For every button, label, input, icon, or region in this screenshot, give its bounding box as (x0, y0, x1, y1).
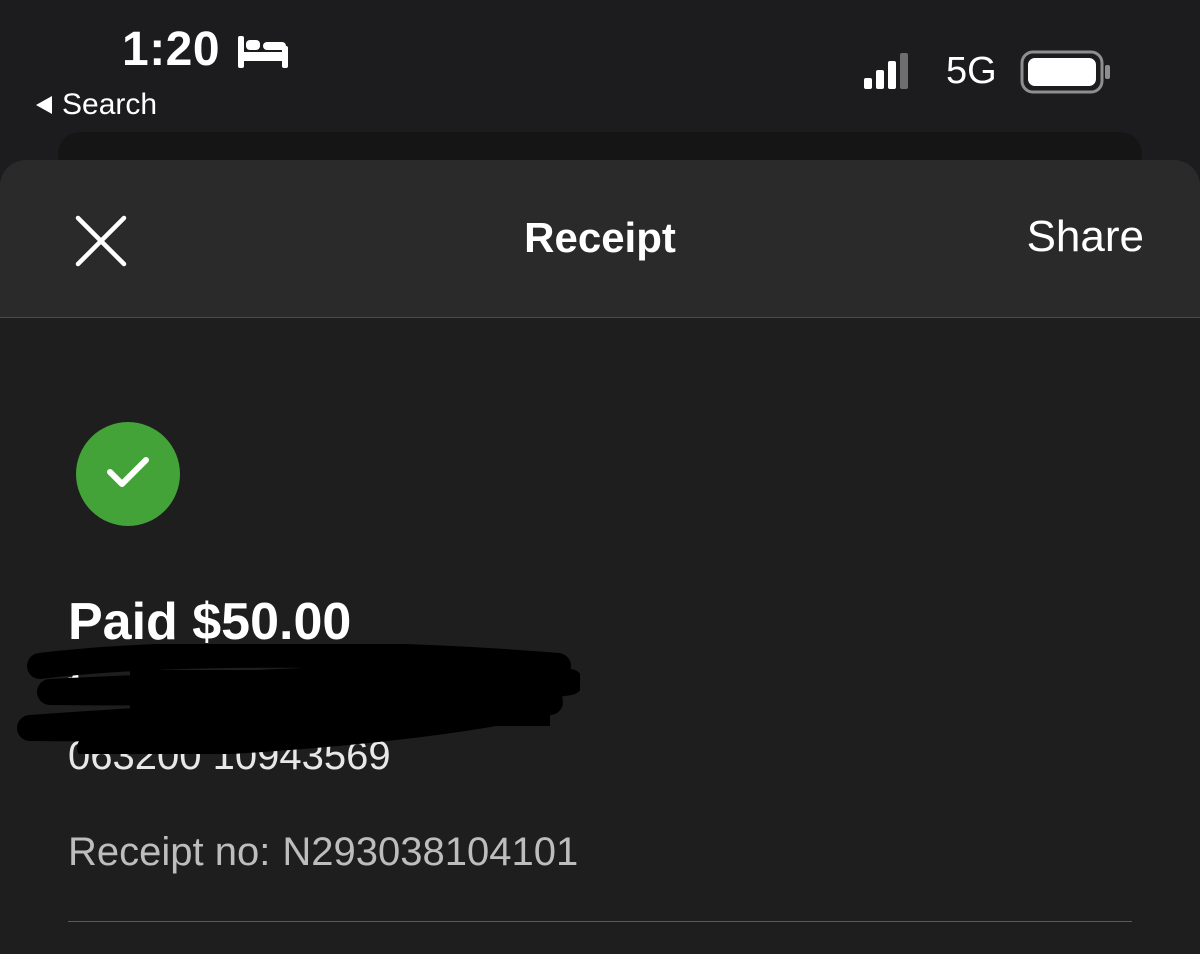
sheet-header: Receipt Share (0, 160, 1200, 318)
back-arrow-icon (36, 96, 52, 114)
check-icon (76, 422, 180, 526)
receipt-number-value: N293038104101 (282, 830, 579, 874)
paid-amount: Paid $50.00 (68, 593, 352, 651)
divider (68, 921, 1132, 922)
share-button[interactable]: Share (1027, 212, 1144, 262)
redaction-scribble (17, 644, 580, 754)
network-type: 5G (946, 50, 997, 92)
receipt-number: Receipt no: N293038104101 (68, 830, 578, 875)
back-link-label: Search (62, 88, 158, 121)
status-time: 1:20 (122, 23, 221, 76)
receipt-sheet: Receipt Share Paid $50.00 to 063200 1094… (0, 160, 1200, 954)
bed-icon (238, 36, 288, 68)
signal-icon (864, 53, 908, 89)
battery-icon (1020, 50, 1110, 94)
sheet-title: Receipt (524, 214, 676, 261)
receipt-number-label: Receipt no: (68, 830, 271, 874)
back-to-search-link[interactable]: Search (36, 88, 157, 122)
